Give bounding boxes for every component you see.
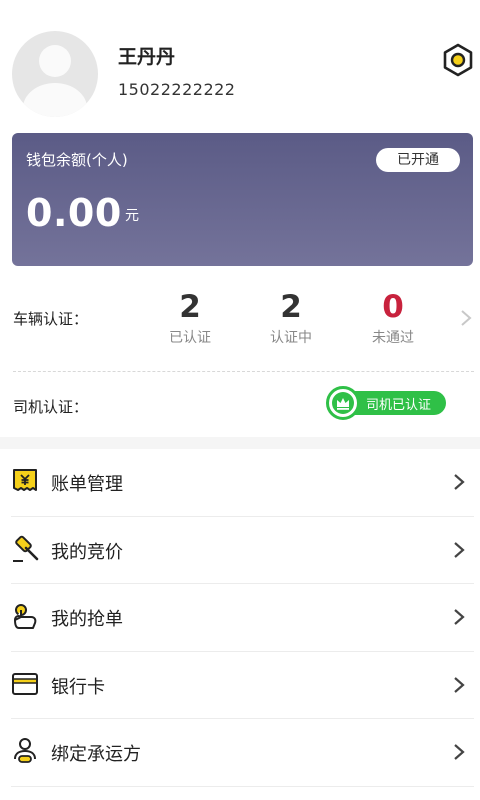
menu-label: 我的抢单 (51, 609, 123, 630)
user-name: 王丹丹 (118, 46, 176, 68)
wallet-title: 钱包余额(个人) (26, 151, 128, 169)
divider (13, 371, 474, 372)
stat-certified: 2 已认证 (145, 289, 235, 347)
wallet-currency-unit: 元 (125, 208, 139, 224)
wallet-status-badge[interactable]: 已开通 (376, 148, 460, 172)
menu-item-bills[interactable]: 账单管理 (11, 449, 474, 517)
avatar-body-shape (23, 83, 87, 117)
menu-item-bank-card[interactable]: 银行卡 (11, 652, 474, 719)
menu-label: 绑定承运方 (51, 744, 141, 765)
driver-certification-label: 司机认证： (13, 398, 89, 416)
grab-hand-icon (14, 604, 37, 629)
crown-icon (326, 386, 360, 420)
chevron-right-icon (454, 676, 465, 693)
profile-header: 王丹丹 15022222222 (0, 0, 480, 130)
chevron-right-icon (454, 474, 465, 490)
vehicle-certification-row[interactable]: 车辆认证： 2 已认证 2 认证中 0 未通过 (0, 282, 480, 354)
menu-item-my-bids[interactable]: 我的竞价 (11, 517, 474, 584)
stat-pending-label: 认证中 (270, 330, 312, 346)
vehicle-certification-label: 车辆认证： (13, 310, 89, 328)
user-phone: 15022222222 (118, 80, 236, 99)
bank-card-icon (12, 672, 38, 695)
menu-list: 账单管理 我的竞价 我的抢单 银行卡 绑定承运方 (0, 449, 480, 787)
menu-item-my-grab-orders[interactable]: 我的抢单 (11, 584, 474, 652)
bill-icon (13, 469, 37, 491)
avatar[interactable] (12, 31, 98, 117)
stat-pending-value: 2 (280, 289, 302, 325)
settings-icon[interactable] (440, 42, 476, 78)
bind-carrier-icon (14, 738, 36, 763)
section-separator (0, 437, 480, 449)
auction-hammer-icon (13, 535, 39, 562)
wallet-balance: 0.00 (26, 191, 122, 235)
chevron-right-icon (461, 310, 472, 326)
driver-certification-row: 司机认证： 司机已认证 (0, 380, 480, 430)
chevron-right-icon (454, 541, 465, 558)
wallet-card[interactable]: 钱包余额(个人) 已开通 0.00 元 (12, 133, 473, 266)
menu-label: 我的竞价 (51, 541, 123, 563)
stat-rejected-value: 0 (382, 289, 404, 325)
stat-rejected-label: 未通过 (372, 330, 414, 346)
menu-item-bind-carrier[interactable]: 绑定承运方 (11, 719, 474, 787)
stat-certified-value: 2 (179, 289, 201, 325)
menu-label: 账单管理 (51, 474, 123, 495)
driver-certified-badge[interactable]: 司机已认证 (326, 386, 446, 420)
stat-rejected: 0 未通过 (348, 289, 438, 347)
stat-pending: 2 认证中 (246, 289, 336, 347)
stat-certified-label: 已认证 (169, 330, 211, 346)
menu-label: 银行卡 (51, 676, 105, 698)
chevron-right-icon (454, 744, 465, 760)
avatar-head-shape (39, 45, 71, 77)
chevron-right-icon (454, 609, 465, 625)
driver-certified-status: 司机已认证 (366, 398, 432, 413)
